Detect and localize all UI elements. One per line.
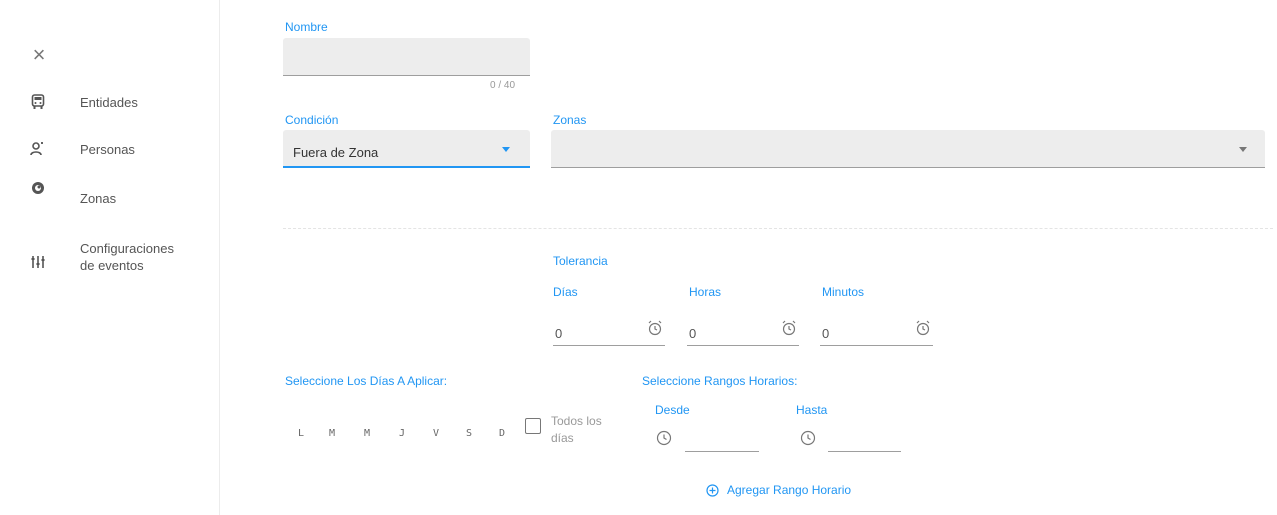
nombre-counter: 0 / 40 bbox=[490, 80, 516, 91]
day-toggle-v[interactable]: V bbox=[433, 428, 439, 439]
sidebar-item-zonas[interactable]: Zonas bbox=[0, 182, 220, 208]
todos-dias-label: Todos los días bbox=[551, 414, 602, 445]
alarm-icon bbox=[781, 320, 797, 341]
todos-dias-checkbox[interactable] bbox=[525, 418, 541, 434]
condicion-value: Fuera de Zona bbox=[293, 145, 379, 160]
sidebar-item-label: Configuraciones de eventos bbox=[80, 241, 174, 273]
car-icon bbox=[30, 94, 46, 110]
minutos-label: Minutos bbox=[822, 285, 865, 299]
dias-label: Días bbox=[553, 285, 578, 299]
add-range-label: Agregar Rango Horario bbox=[727, 483, 852, 497]
people-icon bbox=[30, 141, 46, 157]
chevron-down-icon[interactable] bbox=[1239, 147, 1247, 152]
day-toggle-j[interactable]: J bbox=[399, 428, 405, 439]
clock-icon bbox=[656, 430, 672, 451]
close-icon[interactable]: × bbox=[28, 44, 50, 66]
chevron-down-icon[interactable] bbox=[502, 147, 510, 152]
plus-circle-icon bbox=[706, 483, 719, 497]
condicion-label: Condición bbox=[285, 113, 339, 127]
hasta-label: Hasta bbox=[796, 403, 828, 417]
clock-icon bbox=[800, 430, 816, 451]
sidebar-item-label: Personas bbox=[80, 141, 135, 157]
sidebar: × Entidades Personas Zonas Configuracion… bbox=[0, 0, 220, 515]
minutos-input[interactable]: 0 bbox=[820, 320, 933, 346]
zonas-select[interactable] bbox=[551, 130, 1265, 168]
desde-input[interactable] bbox=[685, 430, 759, 452]
desde-label: Desde bbox=[655, 403, 690, 417]
day-toggle-l[interactable]: L bbox=[298, 428, 304, 439]
nombre-label: Nombre bbox=[285, 20, 328, 34]
rangos-label: Seleccione Rangos Horarios: bbox=[642, 374, 798, 388]
dias-input[interactable]: 0 bbox=[553, 320, 665, 346]
tolerancia-title: Tolerancia bbox=[553, 254, 608, 268]
add-range-button[interactable]: Agregar Rango Horario bbox=[706, 483, 851, 497]
sidebar-item-personas[interactable]: Personas bbox=[0, 139, 220, 159]
zonas-label: Zonas bbox=[553, 113, 587, 127]
sidebar-item-entidades[interactable]: Entidades bbox=[0, 92, 220, 112]
horas-label: Horas bbox=[689, 285, 722, 299]
horas-input[interactable]: 0 bbox=[687, 320, 799, 346]
alarm-icon bbox=[647, 320, 663, 341]
day-toggle-m1[interactable]: M bbox=[329, 428, 335, 439]
divider bbox=[283, 228, 1273, 229]
sidebar-item-label: Entidades bbox=[80, 94, 138, 110]
alarm-icon bbox=[915, 320, 931, 341]
sliders-icon bbox=[30, 254, 46, 270]
nombre-input[interactable] bbox=[283, 38, 530, 76]
day-toggle-m2[interactable]: M bbox=[364, 428, 370, 439]
sidebar-item-label: Zonas bbox=[80, 191, 117, 206]
day-toggle-d[interactable]: D bbox=[499, 428, 505, 439]
day-toggle-s[interactable]: S bbox=[466, 428, 472, 439]
sidebar-item-configuraciones[interactable]: Configuraciones de eventos bbox=[0, 240, 220, 276]
dias-aplicar-label: Seleccione Los Días A Aplicar: bbox=[285, 374, 448, 388]
hasta-input[interactable] bbox=[828, 430, 901, 452]
location-icon bbox=[30, 180, 46, 196]
